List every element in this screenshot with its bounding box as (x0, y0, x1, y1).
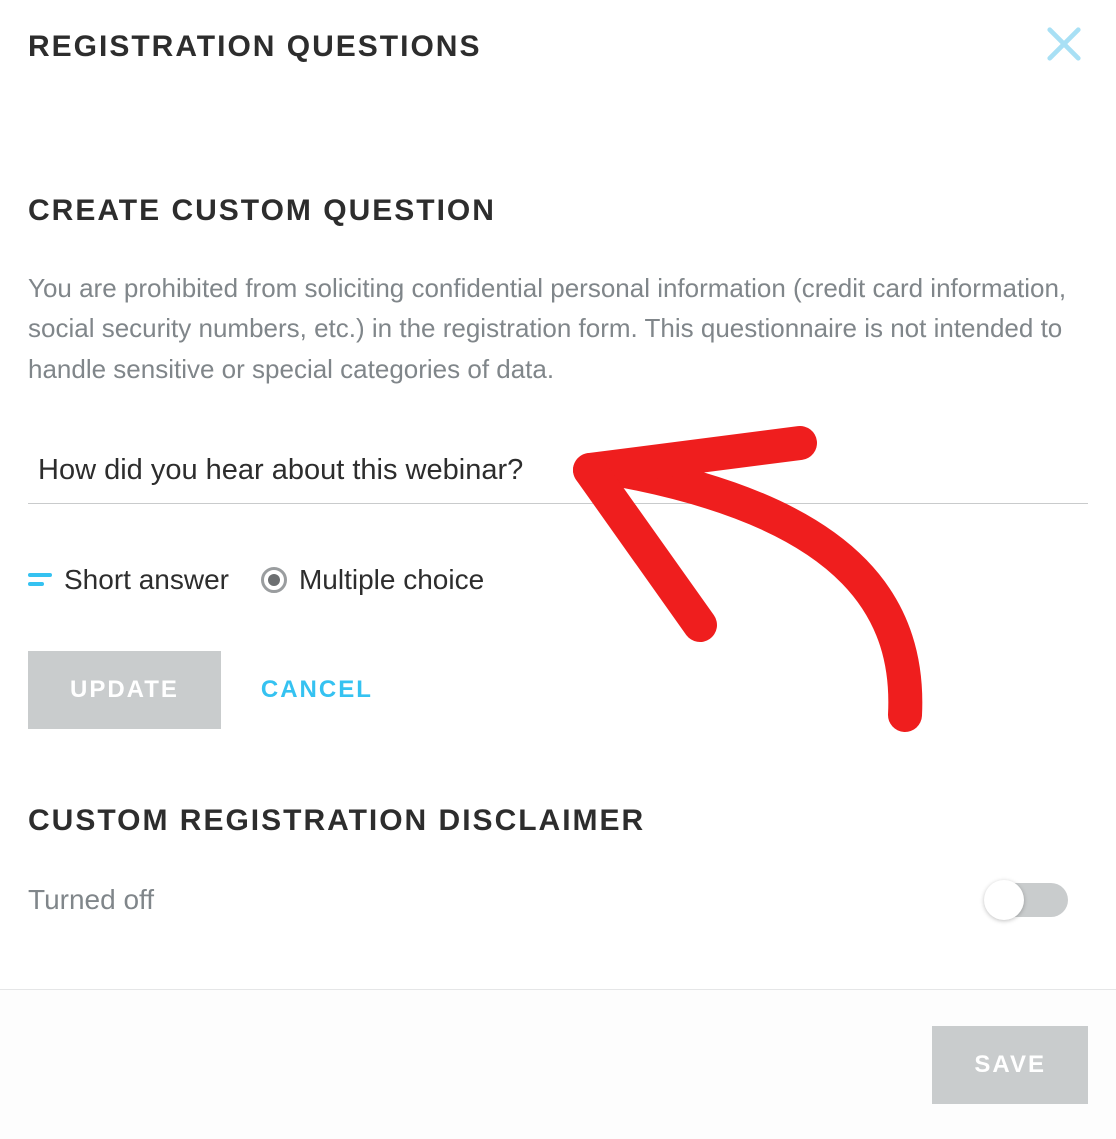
multiple-choice-option[interactable]: Multiple choice (261, 564, 484, 596)
short-answer-option[interactable]: Short answer (28, 564, 229, 596)
multiple-choice-label: Multiple choice (299, 564, 484, 596)
disclaimer-status: Turned off (28, 884, 154, 916)
short-answer-label: Short answer (64, 564, 229, 596)
radio-icon (261, 567, 287, 593)
save-button[interactable]: SAVE (932, 1026, 1088, 1104)
modal-footer: SAVE (0, 989, 1116, 1139)
close-button[interactable] (1040, 20, 1088, 68)
close-icon (1045, 25, 1083, 63)
answer-type-selector: Short answer Multiple choice (28, 564, 1088, 596)
question-input[interactable] (28, 444, 1088, 504)
modal-title: REGISTRATION QUESTIONS (28, 30, 1088, 64)
toggle-knob (984, 880, 1024, 920)
update-button[interactable]: UPDATE (28, 651, 221, 729)
create-question-description: You are prohibited from soliciting confi… (28, 268, 1068, 389)
disclaimer-heading: CUSTOM REGISTRATION DISCLAIMER (28, 804, 1088, 838)
question-action-row: UPDATE CANCEL (28, 651, 1088, 729)
cancel-button[interactable]: CANCEL (251, 651, 383, 729)
modal-container: REGISTRATION QUESTIONS CREATE CUSTOM QUE… (0, 0, 1116, 1139)
disclaimer-toggle[interactable] (986, 883, 1068, 917)
create-question-heading: CREATE CUSTOM QUESTION (28, 194, 1088, 228)
short-answer-icon (28, 568, 52, 592)
disclaimer-section: CUSTOM REGISTRATION DISCLAIMER Turned of… (28, 804, 1088, 917)
